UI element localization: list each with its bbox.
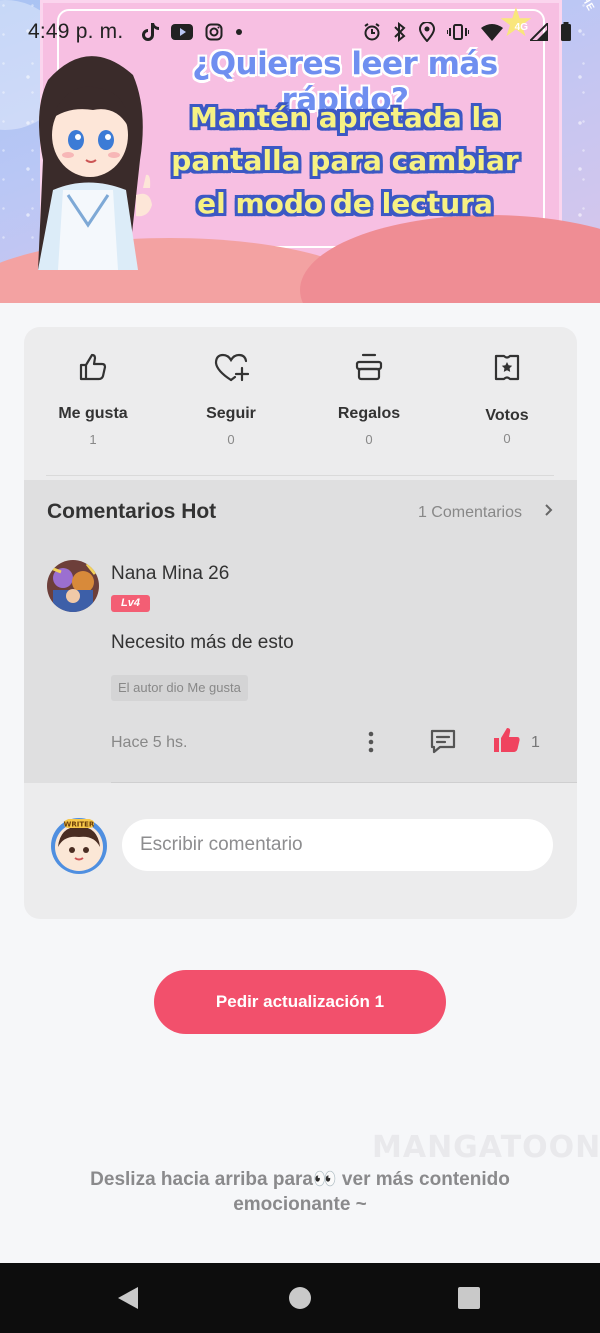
status-bar: 4:49 p. m. 4G [0, 12, 600, 52]
reading-mode-banner: ★ OR YOU! THE ¿Quieres leer más rápido? … [0, 0, 600, 303]
network-type-label: 4G [514, 21, 528, 33]
gifts-stat-button[interactable]: Regalos 0 [300, 327, 438, 477]
like-count: 1 [531, 734, 540, 751]
wifi-icon [480, 24, 503, 41]
avatar[interactable] [47, 560, 99, 612]
stats-row: Me gusta 1 Seguir 0 Regalos 0 Votos 0 [24, 327, 577, 477]
chapter-interaction-card: Me gusta 1 Seguir 0 Regalos 0 Votos 0 Co… [24, 327, 577, 919]
heart-plus-icon [214, 353, 249, 382]
comments-count-link[interactable]: 1 Comentarios [418, 504, 522, 522]
reply-icon[interactable] [429, 728, 457, 754]
recents-icon[interactable] [457, 1285, 481, 1311]
swipe-hint-line-2: emocionante ~ [233, 1194, 367, 1215]
dot-icon [236, 29, 243, 35]
vote-ticket-icon [494, 354, 520, 381]
like-stat-value: 1 [89, 432, 97, 447]
like-stat-label: Me gusta [58, 405, 128, 422]
banner-subline: Mantén apretada la pantalla para cambiar… [150, 96, 540, 225]
alarm-icon [364, 23, 380, 41]
follow-stat-label: Seguir [206, 405, 256, 422]
votes-stat-value: 0 [503, 431, 511, 446]
gifts-stat-value: 0 [365, 432, 373, 447]
author-liked-tag: El autor dio Me gusta [111, 675, 248, 701]
banner-subline-3: el modo de lectura [197, 187, 493, 220]
votes-stat-button[interactable]: Votos 0 [438, 327, 576, 477]
thumbs-up-icon [79, 353, 107, 381]
status-time: 4:49 p. m. [28, 20, 124, 43]
like-icon[interactable] [492, 726, 522, 754]
banner-subline-2: pantalla para cambiar [171, 144, 519, 177]
request-update-button[interactable]: Pedir actualización 1 [154, 970, 446, 1034]
like-stat-button[interactable]: Me gusta 1 [24, 327, 162, 477]
more-options-icon[interactable] [367, 730, 375, 754]
comment-username[interactable]: Nana Mina 26 [111, 563, 229, 585]
battery-icon [561, 22, 571, 41]
brand-watermark: MANGATOON [372, 1130, 600, 1165]
hot-comments-section: Comentarios Hot 1 Comentarios Nana Mina … [24, 480, 577, 783]
tiktok-icon [142, 23, 160, 41]
hot-comments-title: Comentarios Hot [47, 500, 217, 523]
bluetooth-icon [393, 22, 406, 42]
follow-stat-button[interactable]: Seguir 0 [162, 327, 300, 477]
home-icon[interactable] [288, 1285, 312, 1311]
signal-icon [530, 23, 548, 41]
chevron-right-icon[interactable] [543, 502, 555, 518]
current-user-avatar: WRITER [51, 818, 107, 874]
divider [46, 475, 554, 476]
votes-stat-label: Votos [485, 407, 529, 424]
back-icon[interactable] [116, 1285, 140, 1311]
system-navigation-bar [0, 1263, 600, 1333]
divider [111, 782, 577, 783]
comment-time: Hace 5 hs. [111, 734, 188, 751]
follow-stat-value: 0 [227, 432, 235, 447]
comment-input[interactable] [122, 819, 553, 871]
character-illustration [38, 56, 152, 270]
gifts-stat-label: Regalos [337, 405, 401, 422]
youtube-icon [171, 24, 194, 40]
writer-badge-text: WRITER [64, 821, 95, 829]
instagram-icon [205, 23, 223, 41]
swipe-hint-line-1: Desliza hacia arriba para👀 ver más conte… [90, 1169, 510, 1190]
comment-text: Necesito más de esto [111, 632, 294, 653]
location-icon [418, 22, 435, 42]
banner-subline-1: Mantén apretada la [190, 101, 500, 134]
gift-icon [355, 353, 383, 381]
vibrate-icon [446, 24, 469, 40]
level-badge: Lv4 [111, 595, 150, 612]
swipe-hint: Desliza hacia arriba para👀 ver más conte… [60, 1167, 540, 1217]
